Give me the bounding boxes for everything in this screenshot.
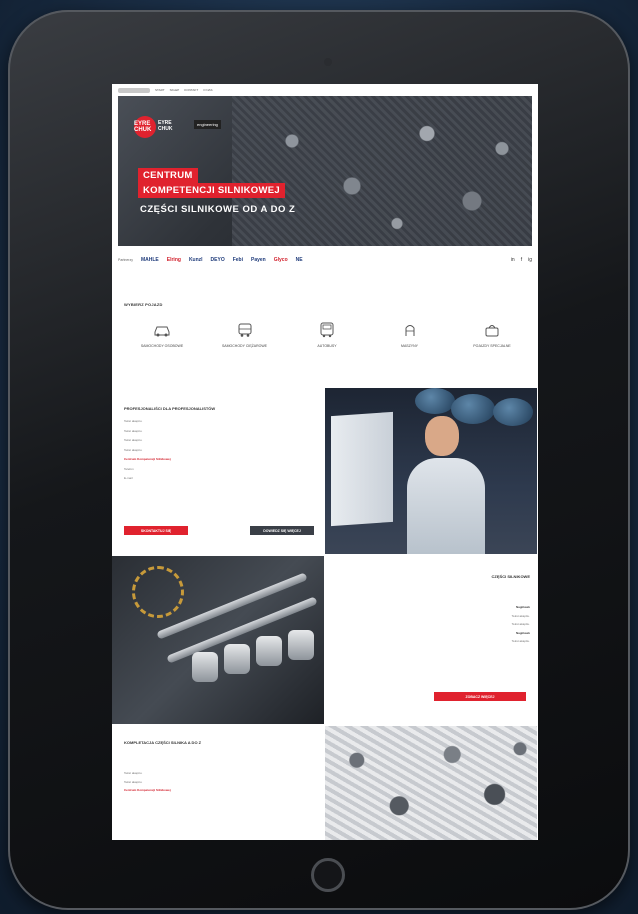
category-label: Samochody ciężarowe [221,344,268,348]
contact-email[interactable]: E-mail [124,476,314,481]
professionals-paragraph: Tekst akapitu. [124,438,143,442]
engine-paragraph: Tekst akapitu. [511,622,530,626]
piston-shape [224,644,250,674]
piston-shape [256,636,282,666]
professionals-section: PROFESJONALIŚCI DLA PROFESJONALISTÓW Tek… [124,406,314,486]
linkedin-icon[interactable]: in [511,257,515,263]
partner-brands-bar: Partnerzy MAHLE Elring Kunzl DEYO Febi P… [118,252,532,268]
brand-name-line2: CHUK [158,126,173,132]
piston-decoration [451,394,495,424]
brand-logo-ne[interactable]: NE [296,257,303,263]
contact-button[interactable]: Skontaktuj się [124,526,188,535]
camera-icon [324,58,332,66]
top-navigation: Start Sklep Kontakt O nas [112,84,538,96]
hero-banner: EYRE CHUK EYRE CHUK engineering CENTRUM … [118,96,532,246]
facebook-icon[interactable]: f [521,257,522,263]
learn-more-button[interactable]: Dowiedz się więcej [250,526,314,535]
piston-shape [288,630,314,660]
machine-icon [405,325,414,336]
gear-icon [132,566,184,618]
brand-logo-kunzl[interactable]: Kunzl [189,257,203,263]
competence-center-link[interactable]: Centrum Kompetencji Silnikowej [124,457,314,462]
brand-logo-deyo[interactable]: DEYO [211,257,225,263]
brands-label: Partnerzy [118,258,133,262]
monitor-shape [331,411,393,527]
engine-parts-collection-photo [325,726,537,840]
vehicle-categories: Samochody osobowe Samochody ciężarowe Au… [132,322,522,349]
web-page: Start Sklep Kontakt O nas EYRE CHUK EYRE… [112,84,538,840]
category-item[interactable]: Pojazdy specjalne [462,322,522,349]
kompletacja-section: KOMPLETACJA CZĘŚCI SILNIKA A DO Z Tekst … [124,740,314,797]
professionals-paragraph: Tekst akapitu. [124,447,143,452]
brand-logo-glyco[interactable]: Glyco [274,257,288,263]
kompletacja-link[interactable]: Centrum Kompetencji Silnikowej [124,788,314,793]
piston-decoration [415,388,455,414]
brand-logo-mahle[interactable]: MAHLE [141,257,159,263]
engine-parts-title: CZĘŚCI SILNIKOWE [491,574,530,579]
category-label: Autobusy [317,344,337,348]
category-item[interactable]: Samochody ciężarowe [215,322,275,349]
hero-title-line2: KOMPETENCJI SILNIKOWEJ [138,183,285,198]
engine-paragraph: Tekst akapitu. [511,639,530,643]
category-item[interactable]: Maszyny [380,322,440,349]
bag-icon [485,325,499,337]
consultant-body [407,458,485,554]
categories-title: Wybierz pojazd [124,302,163,307]
engine-paragraph: Tekst akapitu. [511,613,530,618]
engine-more-button[interactable]: Zobacz więcej [434,692,526,701]
professionals-paragraph: Tekst akapitu. [124,419,143,423]
nav-item-o-nas[interactable]: O nas [203,88,212,92]
piston-shape [192,652,218,682]
engineering-badge: engineering [194,120,221,129]
category-label: Maszyny [401,344,418,348]
hero-title-line1: CENTRUM [138,168,198,183]
kompletacja-paragraph: Tekst akapitu. [124,779,143,784]
kompletacja-title: KOMPLETACJA CZĘŚCI SILNIKA A DO Z [124,740,202,745]
home-button[interactable] [311,858,345,892]
engine-subheading: Nagłówek [515,605,530,609]
consultant-photo [325,388,537,554]
category-item[interactable]: Samochody osobowe [132,322,192,349]
nav-logo-icon[interactable] [118,87,150,93]
brand-logo-elring[interactable]: Elring [167,257,181,263]
engine-subheading: Nagłówek [515,630,530,635]
bus-icon [320,322,334,338]
contact-phone[interactable]: Telefon [124,467,314,472]
professionals-title: PROFESJONALIŚCI DLA PROFESJONALISTÓW [124,406,216,411]
truck-icon [238,323,251,337]
engine-parts-image [232,96,532,246]
consultant-head [425,416,459,456]
category-item[interactable]: Autobusy [297,322,357,349]
social-links: in f ig [511,257,532,263]
category-label: Pojazdy specjalne [473,344,511,348]
nav-item-start[interactable]: Start [155,88,165,92]
piston-decoration [493,398,533,426]
hero-subtitle: CZĘŚCI SILNIKOWE OD A DO Z [140,204,296,215]
nav-item-sklep[interactable]: Sklep [170,88,180,92]
brand-logo-febi[interactable]: Febi [233,257,243,263]
engine-photo [112,556,324,724]
instagram-icon[interactable]: ig [528,257,532,263]
brand-name: EYRE CHUK [158,120,172,132]
car-icon [154,326,170,337]
brand-logo-icon[interactable]: EYRE CHUK [134,116,156,138]
brand-logo-payen[interactable]: Payen [251,257,266,263]
nav-item-kontakt[interactable]: Kontakt [184,88,198,92]
kompletacja-paragraph: Tekst akapitu. [124,771,143,775]
engine-parts-section: CZĘŚCI SILNIKOWE Nagłówek Tekst akapitu.… [334,574,530,648]
category-label: Samochody osobowe [140,344,184,348]
professionals-paragraph: Tekst akapitu. [124,428,143,433]
